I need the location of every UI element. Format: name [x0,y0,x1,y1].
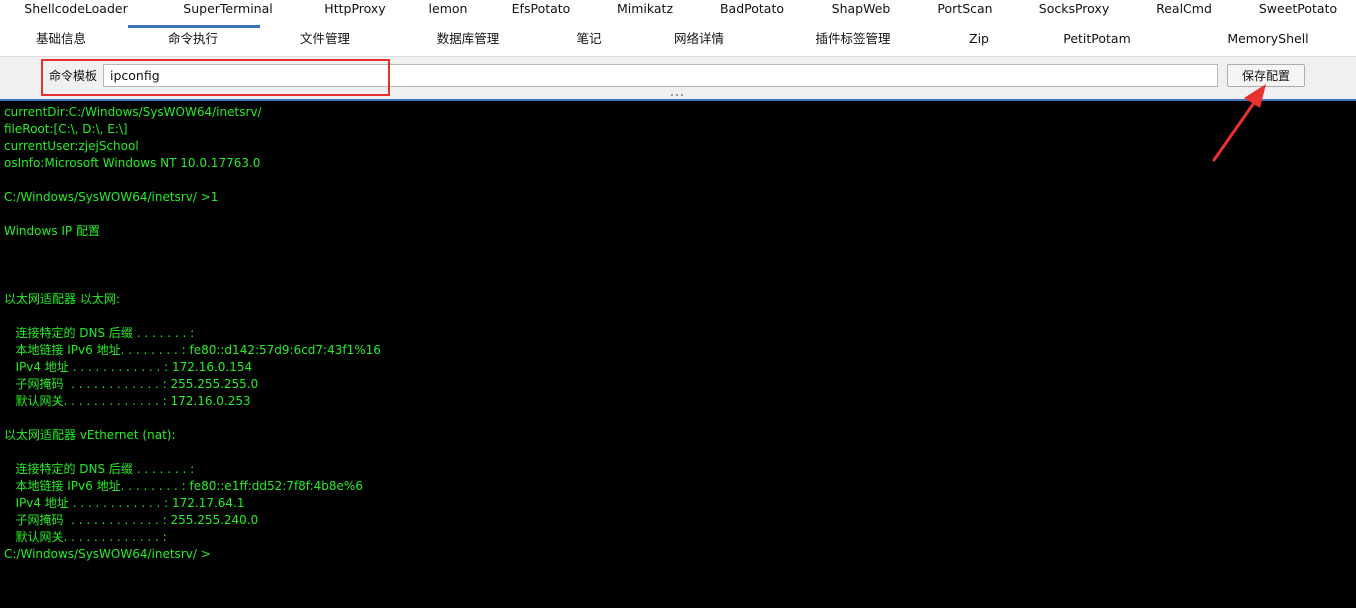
save-config-button[interactable]: 保存配置 [1227,64,1305,87]
terminal-line: 连接特定的 DNS 后缀 . . . . . . . : [4,326,195,340]
terminal-line: 本地链接 IPv6 地址. . . . . . . . : fe80::e1ff… [4,479,363,493]
terminal-line: 默认网关. . . . . . . . . . . . . : [4,530,167,544]
plugin-tab-7[interactable]: ShapWeb [832,0,891,24]
terminal-line: 子网掩码 . . . . . . . . . . . . : 255.255.2… [4,513,259,527]
splitter-grip-icon[interactable] [671,94,685,98]
main-tab-3[interactable]: 数据库管理 [437,30,500,54]
terminal-line: 本地链接 IPv6 地址. . . . . . . . : fe80::d142… [4,343,381,357]
main-tab-4[interactable]: 笔记 [576,30,601,54]
active-tab-indicator [128,25,260,28]
plugin-tab-3[interactable]: lemon [429,0,468,24]
terminal-line: C:/Windows/SysWOW64/inetsrv/ >1 [4,190,219,204]
main-tab-5[interactable]: 网络详情 [674,30,724,54]
plugin-tab-0[interactable]: ShellcodeLoader [24,0,127,24]
plugin-tab-6[interactable]: BadPotato [720,0,784,24]
main-tab-7[interactable]: Zip [969,30,989,54]
main-tab-1[interactable]: 命令执行 [168,30,218,54]
command-template-label: 命令模板 [49,69,98,83]
terminal-line: currentDir:C:/Windows/SysWOW64/inetsrv/ [4,105,262,119]
main-tab-row: 基础信息 命令执行 文件管理 数据库管理 笔记 网络详情 插件标签管理 Zip PetitPot… [0,30,1356,54]
plugin-tab-5[interactable]: Mimikatz [617,0,673,24]
terminal-line: 子网掩码 . . . . . . . . . . . . : 255.255.2… [4,377,259,391]
terminal-line: IPv4 地址 . . . . . . . . . . . . : 172.16… [4,360,253,374]
terminal-line: fileRoot:[C:\, D:\, E:\] [4,122,128,136]
terminal-line: Windows IP 配置 [4,224,100,238]
terminal-line: currentUser:zjejSchool [4,139,139,153]
terminal-line: IPv4 地址 . . . . . . . . . . . . : 172.17… [4,496,245,510]
terminal-line: 默认网关. . . . . . . . . . . . . : 172.16.0… [4,394,251,408]
main-tab-6[interactable]: 插件标签管理 [815,30,890,54]
command-template-input[interactable] [103,64,1218,87]
main-tab-8[interactable]: PetitPotam [1063,30,1131,54]
plugin-tab-2[interactable]: HttpProxy [324,0,385,24]
main-tab-0[interactable]: 基础信息 [36,30,86,54]
terminal-line: 以太网适配器 vEthernet (nat): [4,428,176,442]
plugin-tab-9[interactable]: SocksProxy [1039,0,1109,24]
terminal-output[interactable]: currentDir:C:/Windows/SysWOW64/inetsrv/f… [0,101,1356,608]
main-tab-9[interactable]: MemoryShell [1227,30,1308,54]
plugin-tab-1[interactable]: SuperTerminal [183,0,272,24]
main-tab-2[interactable]: 文件管理 [300,30,350,54]
plugin-tab-8[interactable]: PortScan [937,0,992,24]
plugin-tab-4[interactable]: EfsPotato [512,0,571,24]
terminal-line: osInfo:Microsoft Windows NT 10.0.17763.0 [4,156,261,170]
plugin-tab-row: ShellcodeLoader SuperTerminal HttpProxy lem… [0,0,1356,24]
terminal-line: 以太网适配器 以太网: [4,292,120,306]
plugin-tab-10[interactable]: RealCmd [1156,0,1212,24]
terminal-line: 连接特定的 DNS 后缀 . . . . . . . : [4,462,195,476]
plugin-tab-11[interactable]: SweetPotato [1259,0,1337,24]
terminal-line: C:/Windows/SysWOW64/inetsrv/ > [4,547,211,561]
